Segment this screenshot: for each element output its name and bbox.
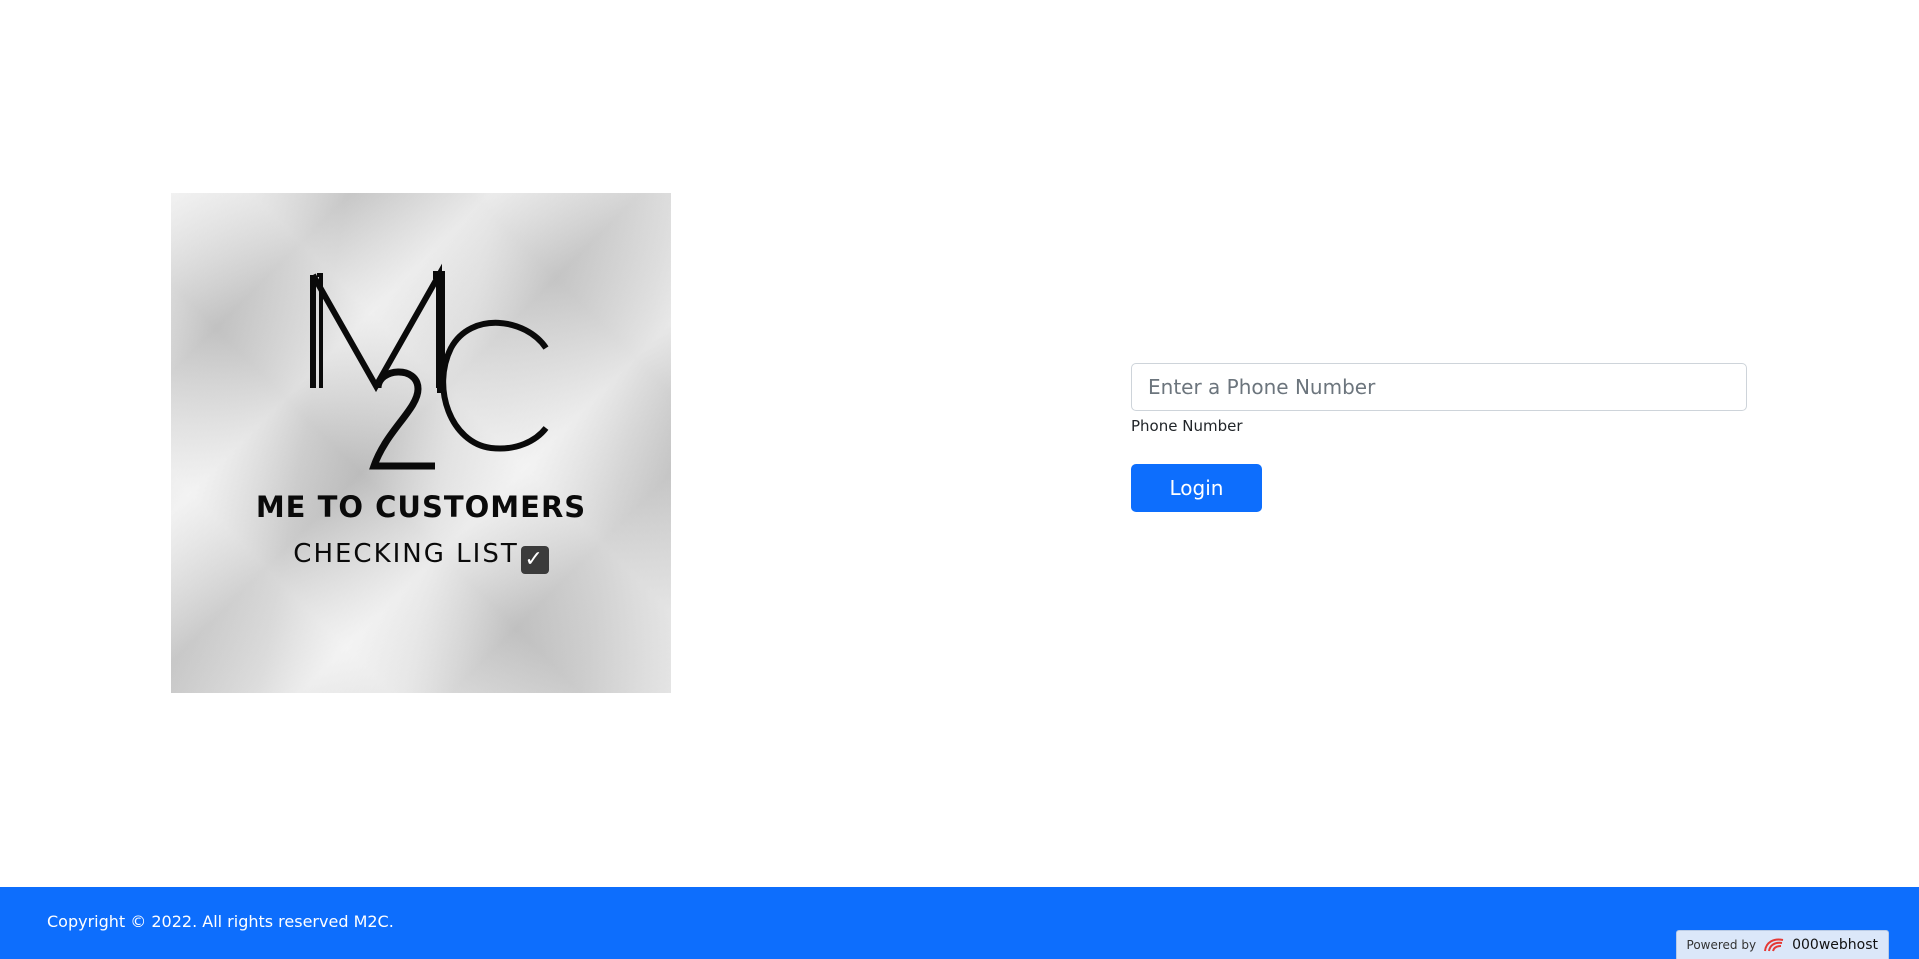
phone-number-label: Phone Number bbox=[1131, 417, 1243, 435]
login-button[interactable]: Login bbox=[1131, 464, 1262, 512]
m2c-logo-image: ME TO CUSTOMERS CHECKING LIST ✓ bbox=[171, 193, 671, 693]
login-page: ME TO CUSTOMERS CHECKING LIST✓ Phone Num… bbox=[0, 0, 1919, 959]
host-name-text: 000webhost bbox=[1792, 937, 1878, 953]
000webhost-logo-icon bbox=[1762, 936, 1786, 954]
logo-tagline-secondary: CHECKING LIST ✓ bbox=[171, 539, 671, 574]
login-form: Phone Number Login bbox=[1131, 363, 1747, 512]
m2c-monogram bbox=[310, 263, 549, 470]
logo-tagline-primary: ME TO CUSTOMERS bbox=[255, 490, 587, 524]
logo-tagline-secondary-text: CHECKING LIST bbox=[293, 539, 519, 569]
check-box-icon: ✓ bbox=[520, 546, 549, 574]
copyright-text: Copyright © 2022. All rights reserved M2… bbox=[47, 912, 394, 931]
footer: Copyright © 2022. All rights reserved M2… bbox=[0, 887, 1919, 959]
powered-by-text: Powered by bbox=[1686, 938, 1757, 952]
phone-number-input[interactable] bbox=[1131, 363, 1747, 411]
powered-by-badge[interactable]: Powered by 000webhost bbox=[1675, 930, 1889, 959]
